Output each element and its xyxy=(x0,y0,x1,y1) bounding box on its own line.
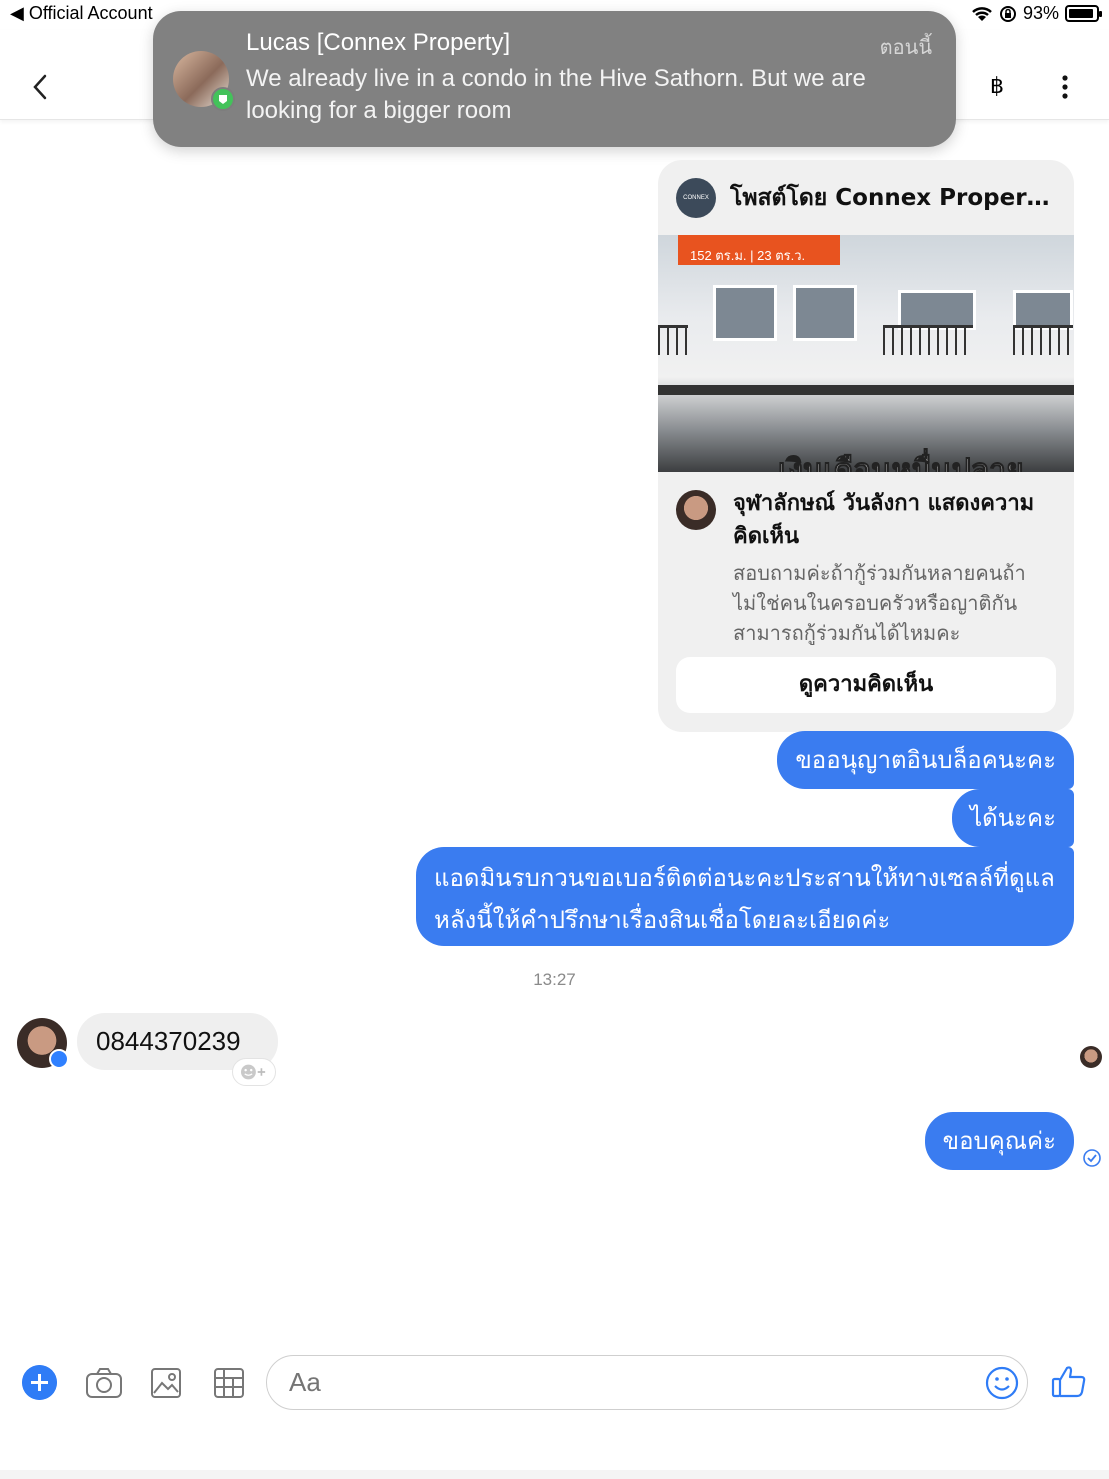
table-icon[interactable] xyxy=(209,1363,249,1403)
battery-icon xyxy=(1065,5,1102,22)
post-image[interactable]: 152 ตร.ม. | 23 ตร.ว. เงินเดือนหมื่นปลาย xyxy=(658,235,1074,472)
plus-icon[interactable] xyxy=(22,1365,57,1400)
comment-text: สอบถามค่ะถ้ากู้ร่วมกันหลายคนถ้าไม่ใช่คนใ… xyxy=(733,561,1026,645)
seen-avatar xyxy=(1080,1046,1102,1068)
commenter-avatar xyxy=(676,490,716,530)
message-input[interactable] xyxy=(266,1355,1028,1410)
shared-post-card[interactable]: CONNEX โพสต์โดย Connex Property... 152 ต… xyxy=(658,160,1074,732)
notification-time: ตอนนี้ xyxy=(879,35,932,59)
comment-title: จุฬาลักษณ์ วันลังกา แสดงความคิดเห็น xyxy=(733,491,1035,549)
image-caption: เงินเดือนหมื่นปลาย xyxy=(778,453,1025,473)
message-outgoing[interactable]: ขอบคุณค่ะ xyxy=(924,1112,1074,1170)
gallery-icon[interactable] xyxy=(146,1363,186,1403)
wifi-icon xyxy=(972,6,992,21)
back-icon[interactable] xyxy=(28,72,52,102)
battery-level xyxy=(1069,9,1094,18)
delivered-check-icon xyxy=(1083,1149,1101,1167)
add-reaction-icon[interactable] xyxy=(232,1058,276,1086)
notification-banner[interactable]: Lucas [Connex Property] ตอนนี้ We alread… xyxy=(153,11,956,147)
connex-logo: CONNEX xyxy=(676,178,716,218)
emoji-icon[interactable] xyxy=(985,1366,1019,1400)
status-indicators: 93% xyxy=(971,3,1102,24)
line-badge-icon xyxy=(211,87,235,111)
home-indicator xyxy=(0,1470,1109,1479)
rotation-lock-icon xyxy=(999,5,1016,22)
notification-body: We already live in a condo in the Hive S… xyxy=(246,65,866,124)
notification-title: Lucas [Connex Property] xyxy=(246,29,511,56)
messenger-badge-icon xyxy=(49,1049,69,1069)
post-author: โพสต์โดย Connex Property... xyxy=(730,185,1060,211)
camera-icon[interactable] xyxy=(84,1363,124,1403)
message-outgoing[interactable]: ได้นะคะ xyxy=(952,789,1074,847)
message-timestamp: 13:27 xyxy=(533,970,576,989)
more-options-icon[interactable] xyxy=(1055,74,1075,100)
view-comment-button[interactable]: ดูความคิดเห็น xyxy=(676,657,1056,713)
baht-icon[interactable]: ฿ xyxy=(990,74,1004,99)
message-outgoing[interactable]: ขออนุญาตอินบล็อคนะคะ xyxy=(777,731,1074,789)
post-header: CONNEX โพสต์โดย Connex Property... xyxy=(676,178,1060,218)
status-back-label[interactable]: ◀ Official Account xyxy=(10,3,153,24)
thumbs-up-icon[interactable] xyxy=(1050,1362,1088,1400)
image-price-tag: 152 ตร.ม. | 23 ตร.ว. xyxy=(678,235,840,265)
battery-percent: 93% xyxy=(1022,3,1059,23)
composer-bar xyxy=(0,1340,1109,1430)
message-outgoing[interactable]: แอดมินรบกวนขอเบอร์ติดต่อนะคะประสานให้ทาง… xyxy=(416,847,1074,946)
carport-roof xyxy=(658,385,1074,395)
